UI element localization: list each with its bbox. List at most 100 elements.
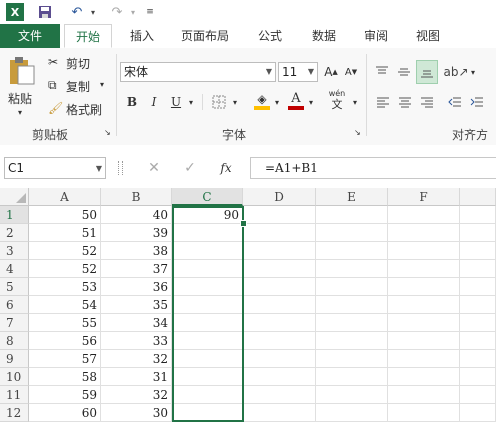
table-cell[interactable] (388, 404, 460, 422)
font-color-button[interactable]: A (286, 90, 306, 112)
table-cell[interactable] (243, 404, 316, 422)
table-cell[interactable]: 52 (29, 242, 101, 260)
table-cell[interactable] (316, 350, 388, 368)
table-cell[interactable] (243, 296, 316, 314)
tab-data[interactable]: 数据 (302, 24, 346, 48)
table-cell[interactable] (243, 386, 316, 404)
table-cell[interactable]: 55 (29, 314, 101, 332)
font-size-select[interactable]: 11 ▼ (278, 62, 318, 82)
row-header[interactable]: 11 (0, 386, 29, 404)
table-cell[interactable] (316, 224, 388, 242)
customize-qat-icon[interactable]: ≡ (144, 3, 156, 21)
table-cell[interactable]: 54 (29, 296, 101, 314)
undo-dropdown-icon[interactable]: ▾ (88, 3, 98, 21)
table-cell[interactable] (316, 206, 388, 224)
name-box[interactable]: C1 ▼ (4, 157, 106, 179)
table-cell[interactable]: 51 (29, 224, 101, 242)
decrease-font-size-button[interactable]: A ▼ (342, 62, 360, 82)
tab-insert[interactable]: 插入 (120, 24, 164, 48)
orientation-dropdown-icon[interactable]: ▾ (468, 62, 478, 82)
table-cell[interactable] (388, 350, 460, 368)
enter-icon[interactable]: ✓ (180, 158, 200, 178)
copy-dropdown-icon[interactable]: ▾ (100, 80, 104, 89)
table-cell[interactable] (172, 386, 243, 404)
underline-button[interactable]: U (168, 92, 184, 112)
increase-indent-button[interactable] (468, 92, 486, 112)
table-cell[interactable] (243, 224, 316, 242)
table-cell[interactable] (243, 314, 316, 332)
align-right-button[interactable] (418, 92, 436, 112)
table-cell[interactable]: 30 (101, 404, 172, 422)
table-cell[interactable] (316, 242, 388, 260)
bold-button[interactable]: B (124, 92, 140, 112)
table-cell[interactable] (316, 278, 388, 296)
table-cell[interactable] (316, 386, 388, 404)
row-header[interactable]: 5 (0, 278, 29, 296)
table-cell[interactable] (316, 404, 388, 422)
align-bottom-button[interactable] (416, 60, 438, 84)
font-name-select[interactable]: 宋体 ▼ (120, 62, 276, 82)
redo-icon[interactable]: ↷ (106, 3, 128, 21)
row-header[interactable]: 9 (0, 350, 29, 368)
formula-input[interactable]: =A1+B1 (250, 157, 496, 179)
table-cell[interactable] (172, 314, 243, 332)
table-cell[interactable] (460, 206, 496, 224)
table-cell[interactable]: 58 (29, 368, 101, 386)
table-cell[interactable] (460, 350, 496, 368)
table-cell[interactable]: 90 (172, 206, 243, 224)
format-painter-button[interactable]: 🖌 格式刷 (48, 100, 110, 118)
align-middle-button[interactable] (394, 62, 414, 82)
table-cell[interactable] (316, 260, 388, 278)
row-header[interactable]: 4 (0, 260, 29, 278)
table-cell[interactable] (388, 386, 460, 404)
table-cell[interactable] (388, 260, 460, 278)
table-cell[interactable]: 56 (29, 332, 101, 350)
row-header[interactable]: 12 (0, 404, 29, 422)
tab-page-layout[interactable]: 页面布局 (172, 24, 238, 48)
table-cell[interactable] (316, 332, 388, 350)
table-cell[interactable]: 31 (101, 368, 172, 386)
table-cell[interactable] (388, 332, 460, 350)
column-header-f[interactable]: F (388, 188, 460, 206)
tab-view[interactable]: 视图 (406, 24, 450, 48)
table-cell[interactable] (460, 368, 496, 386)
table-cell[interactable] (172, 242, 243, 260)
table-cell[interactable] (243, 242, 316, 260)
table-cell[interactable] (388, 206, 460, 224)
column-header-e[interactable]: E (316, 188, 388, 206)
table-cell[interactable] (243, 206, 316, 224)
fill-color-dropdown-icon[interactable]: ▾ (272, 92, 282, 112)
table-cell[interactable]: 52 (29, 260, 101, 278)
table-cell[interactable] (316, 368, 388, 386)
underline-dropdown-icon[interactable]: ▾ (186, 92, 196, 112)
table-cell[interactable] (172, 350, 243, 368)
table-cell[interactable] (172, 332, 243, 350)
column-header-b[interactable]: B (101, 188, 172, 206)
align-center-button[interactable] (396, 92, 414, 112)
table-cell[interactable]: 57 (29, 350, 101, 368)
tab-review[interactable]: 审阅 (354, 24, 398, 48)
table-cell[interactable] (243, 260, 316, 278)
table-cell[interactable] (460, 386, 496, 404)
tab-home[interactable]: 开始 (64, 24, 112, 48)
fill-handle[interactable] (240, 220, 247, 227)
table-cell[interactable] (460, 260, 496, 278)
select-all-button[interactable] (0, 188, 29, 206)
font-launcher-icon[interactable]: ↘ (354, 128, 361, 137)
table-cell[interactable] (243, 350, 316, 368)
align-left-button[interactable] (374, 92, 392, 112)
align-top-button[interactable] (372, 62, 392, 82)
table-cell[interactable] (388, 314, 460, 332)
phonetic-dropdown-icon[interactable]: ▾ (350, 92, 360, 112)
row-header[interactable]: 1 (0, 206, 29, 224)
table-cell[interactable]: 34 (101, 314, 172, 332)
table-cell[interactable] (172, 296, 243, 314)
clipboard-launcher-icon[interactable]: ↘ (104, 128, 111, 137)
worksheet-grid[interactable]: ABCDEF 1 50 40 90 2 51 39 3 52 38 4 52 37 5 53 36 6 54 35 7… (0, 188, 496, 439)
table-cell[interactable] (316, 314, 388, 332)
cancel-icon[interactable]: ✕ (144, 158, 164, 178)
splitter-handle[interactable] (118, 161, 123, 175)
tab-formulas[interactable]: 公式 (250, 24, 290, 48)
table-cell[interactable]: 53 (29, 278, 101, 296)
table-cell[interactable] (243, 368, 316, 386)
